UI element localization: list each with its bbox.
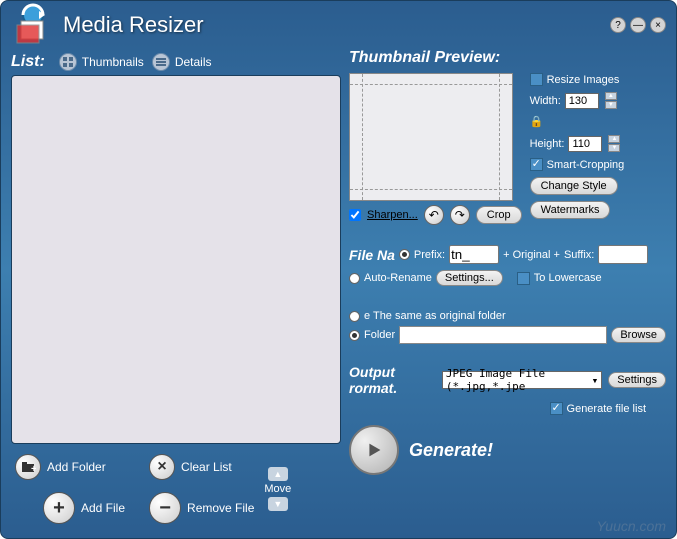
move-up-button[interactable]: ▲ [268,467,288,481]
rename-settings-button[interactable]: Settings... [436,270,503,286]
folder-input[interactable] [399,326,607,344]
play-icon [363,439,385,461]
clear-list-button[interactable]: × Clear List [145,450,258,484]
format-value: JPEG Image File (*.jpg,*.jpe [446,367,592,393]
to-lowercase-label: To Lowercase [534,272,602,284]
sharpen-link[interactable]: Sharpen... [367,209,418,221]
generate-filelist-label: Generate file list [567,403,646,415]
same-folder-radio[interactable] [349,311,360,322]
add-folder-icon: + [15,454,41,480]
thumbnails-label: Thumbnails [82,55,144,69]
preview-title: Thumbnail Preview: [349,49,666,67]
height-down[interactable]: ▼ [608,144,620,152]
generate-button[interactable] [349,425,399,475]
add-folder-label: Add Folder [47,460,106,474]
details-label: Details [175,55,212,69]
resize-images-label: Resize Images [547,74,620,86]
crop-button[interactable]: Crop [476,206,522,224]
file-list[interactable] [11,75,341,444]
height-up[interactable]: ▲ [608,135,620,143]
original-label: + Original + [503,249,560,261]
clear-list-icon: × [149,454,175,480]
app-logo-icon [11,3,55,47]
browse-button[interactable]: Browse [611,327,666,343]
svg-text:+: + [31,464,36,475]
remove-file-label: Remove File [187,501,254,515]
add-file-button[interactable]: + Add File [39,488,129,528]
width-label: Width: [530,95,561,107]
folder-radio[interactable] [349,330,360,341]
help-button[interactable]: ? [610,17,626,33]
thumbnails-icon [59,53,77,71]
clear-list-label: Clear List [181,460,232,474]
output-settings-button[interactable]: Settings [608,372,666,388]
height-input[interactable] [568,136,602,152]
width-down[interactable]: ▼ [605,101,617,109]
height-label: Height: [530,138,565,150]
thumbnails-view-button[interactable]: Thumbnails [59,53,144,71]
chevron-down-icon: ▾ [592,374,599,387]
add-file-label: Add File [81,501,125,515]
format-select[interactable]: JPEG Image File (*.jpg,*.jpe▾ [442,371,602,389]
details-icon [152,53,170,71]
move-down-button[interactable]: ▼ [268,497,288,511]
prefix-label: Prefix: [414,249,445,261]
prefix-radio[interactable] [399,249,410,260]
prefix-input[interactable] [449,245,499,264]
list-label: List: [11,53,45,71]
filename-title: File Na [349,247,395,263]
rotate-left-button[interactable]: ↶ [424,205,444,225]
rotate-right-button[interactable]: ↷ [450,205,470,225]
suffix-input[interactable] [598,245,648,264]
change-style-button[interactable]: Change Style [530,177,618,195]
thumbnail-preview[interactable] [349,73,513,201]
width-input[interactable] [565,93,599,109]
app-title: Media Resizer [63,12,610,38]
watermarks-button[interactable]: Watermarks [530,201,611,219]
details-view-button[interactable]: Details [152,53,212,71]
watermark-text: Yuucn.com [596,518,666,534]
remove-file-button[interactable]: − Remove File [145,488,258,528]
generate-label: Generate! [409,440,493,461]
output-title: Output rormat. [349,364,436,396]
add-folder-button[interactable]: + Add Folder [11,450,129,484]
smart-cropping-checkbox[interactable] [530,158,543,171]
remove-file-icon: − [149,492,181,524]
generate-filelist-checkbox[interactable] [550,402,563,415]
auto-rename-label: Auto-Rename [364,272,432,284]
same-folder-label: e The same as original folder [364,310,506,322]
auto-rename-radio[interactable] [349,273,360,284]
smart-cropping-label: Smart-Cropping [547,159,625,171]
sharpen-checkbox[interactable] [349,209,361,221]
to-lowercase-checkbox[interactable] [517,272,530,285]
lock-icon[interactable]: 🔒 [530,115,542,129]
move-label: Move [264,483,291,495]
width-up[interactable]: ▲ [605,92,617,100]
minimize-button[interactable]: — [630,17,646,33]
add-file-icon: + [43,492,75,524]
suffix-label: Suffix: [564,249,594,261]
folder-label: Folder [364,329,395,341]
close-button[interactable]: × [650,17,666,33]
resize-images-checkbox[interactable] [530,73,543,86]
